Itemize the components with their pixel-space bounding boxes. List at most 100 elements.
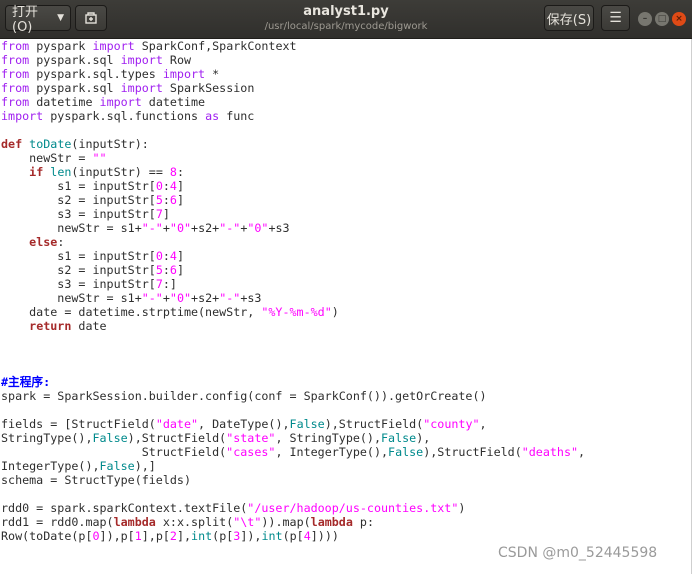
keyword-token: import: [162, 67, 206, 81]
builtin-token: False: [99, 459, 135, 473]
keyword-token: import: [120, 81, 163, 95]
keyword-token: if: [29, 165, 44, 179]
keyword-token: from: [1, 67, 30, 81]
string-token: "cases": [226, 445, 276, 459]
new-tab-button[interactable]: [75, 5, 107, 31]
builtin-token: False: [289, 417, 325, 431]
builtin-token: False: [381, 431, 417, 445]
keyword-token: import: [92, 39, 135, 53]
code-line: else:: [1, 235, 585, 249]
open-button-label: 打开(O): [12, 5, 39, 35]
code-line: #主程序:: [1, 375, 585, 389]
code-token: pyspark.sql: [29, 53, 121, 67]
editor-window: 打开(O) ▼ analyst1.py /usr/local/spark/myc…: [0, 0, 692, 574]
watermark-text: CSDN @m0_52445598: [498, 545, 658, 561]
string-token: "%Y-%m-%d": [261, 305, 332, 319]
code-token: ): [458, 501, 466, 515]
code-token: +s3: [240, 291, 262, 305]
code-token: ]),: [240, 529, 262, 543]
string-token: "": [92, 151, 107, 165]
code-token: newStr =: [1, 151, 93, 165]
code-line: ​: [1, 347, 585, 361]
code-token: +: [162, 291, 170, 305]
keyword-token: return: [29, 319, 72, 333]
code-token: schema = StructType(fields): [1, 473, 191, 487]
code-line: Row(toDate(p[0]),p[1],p[2],int(p[3]),int…: [1, 529, 585, 543]
menu-button[interactable]: ☰: [601, 5, 630, 31]
number-token: 1: [134, 529, 142, 543]
string-token: "county": [423, 417, 480, 431]
code-token: SparkConf,SparkContext: [134, 39, 297, 53]
close-icon[interactable]: ×: [672, 12, 686, 26]
header-bar: 打开(O) ▼ analyst1.py /usr/local/spark/myc…: [0, 0, 692, 39]
code-token: ],p[: [141, 529, 170, 543]
code-token: datetime: [141, 95, 206, 109]
string-token: "date": [155, 417, 199, 431]
save-button-label: 保存(S): [546, 12, 592, 28]
save-button[interactable]: 保存(S): [544, 5, 594, 31]
code-token: ),: [416, 431, 431, 445]
number-token: 5: [155, 193, 163, 207]
code-token: (p[: [282, 529, 304, 543]
code-token: ): [331, 305, 339, 319]
code-token: , IntegerType(),: [275, 445, 389, 459]
code-token: SparkSession: [162, 81, 255, 95]
code-token: p:: [352, 515, 375, 529]
code-line: s2 = inputStr[5:6]: [1, 193, 585, 207]
keyword-token: from: [1, 95, 30, 109]
maximize-icon[interactable]: □: [655, 12, 669, 26]
code-text-area[interactable]: from pyspark import SparkConf,SparkConte…: [1, 39, 585, 543]
string-token: "-": [141, 221, 163, 235]
code-editor[interactable]: from pyspark import SparkConf,SparkConte…: [0, 39, 692, 574]
code-token: :: [176, 165, 185, 179]
code-line: import pyspark.sql.functions as func: [1, 109, 585, 123]
builtin-token: False: [92, 431, 128, 445]
string-token: "-": [219, 291, 241, 305]
open-button[interactable]: 打开(O) ▼: [5, 5, 71, 35]
code-line: def toDate(inputStr):: [1, 137, 585, 151]
number-token: 4: [169, 179, 177, 193]
code-line: s3 = inputStr[7]: [1, 207, 585, 221]
code-token: :: [57, 235, 65, 249]
code-line: from pyspark.sql import SparkSession: [1, 81, 585, 95]
number-token: 6: [169, 263, 177, 277]
keyword-token: import: [99, 95, 142, 109]
code-token: ]: [176, 249, 184, 263]
code-line: ​: [1, 123, 585, 137]
hamburger-menu-icon: ☰: [609, 10, 622, 26]
comment-token: #主程序:: [1, 375, 51, 389]
code-token: (inputStr) ==: [71, 165, 170, 179]
code-token: +s3: [268, 221, 290, 235]
code-line: from pyspark import SparkConf,SparkConte…: [1, 39, 585, 53]
code-token: , StringType(),: [275, 431, 382, 445]
code-line: IntegerType(),False),]: [1, 459, 585, 473]
keyword-token: from: [1, 53, 30, 67]
number-token: 4: [169, 249, 177, 263]
code-line: newStr = s1+"-"+"0"+s2+"-"+"0"+s3: [1, 221, 585, 235]
number-token: 2: [169, 529, 177, 543]
code-token: (inputStr):: [71, 137, 149, 151]
number-token: 0: [155, 249, 163, 263]
code-line: s1 = inputStr[0:4]: [1, 249, 585, 263]
minimize-icon[interactable]: –: [638, 12, 652, 26]
code-token: ],: [176, 529, 192, 543]
code-line: s1 = inputStr[0:4]: [1, 179, 585, 193]
code-line: fields = [StructField("date", DateType()…: [1, 417, 585, 431]
code-token: s3 = inputStr[: [1, 207, 156, 221]
code-line: s3 = inputStr[7:]: [1, 277, 585, 291]
code-token: :: [162, 193, 170, 207]
builtin-token: toDate: [29, 137, 72, 151]
code-token: :]: [162, 277, 177, 291]
code-token: :: [162, 249, 170, 263]
code-line: newStr = s1+"-"+"0"+s2+"-"+s3: [1, 291, 585, 305]
code-line: rdd1 = rdd0.map(lambda x:x.split("\t")).…: [1, 515, 585, 529]
code-token: +s2+: [191, 291, 220, 305]
code-token: +: [162, 221, 170, 235]
code-token: ),StructField(: [423, 445, 522, 459]
window-title: analyst1.py: [303, 4, 389, 19]
code-token: StructField(: [1, 445, 227, 459]
string-token: "0": [247, 221, 269, 235]
number-token: 7: [155, 277, 163, 291]
